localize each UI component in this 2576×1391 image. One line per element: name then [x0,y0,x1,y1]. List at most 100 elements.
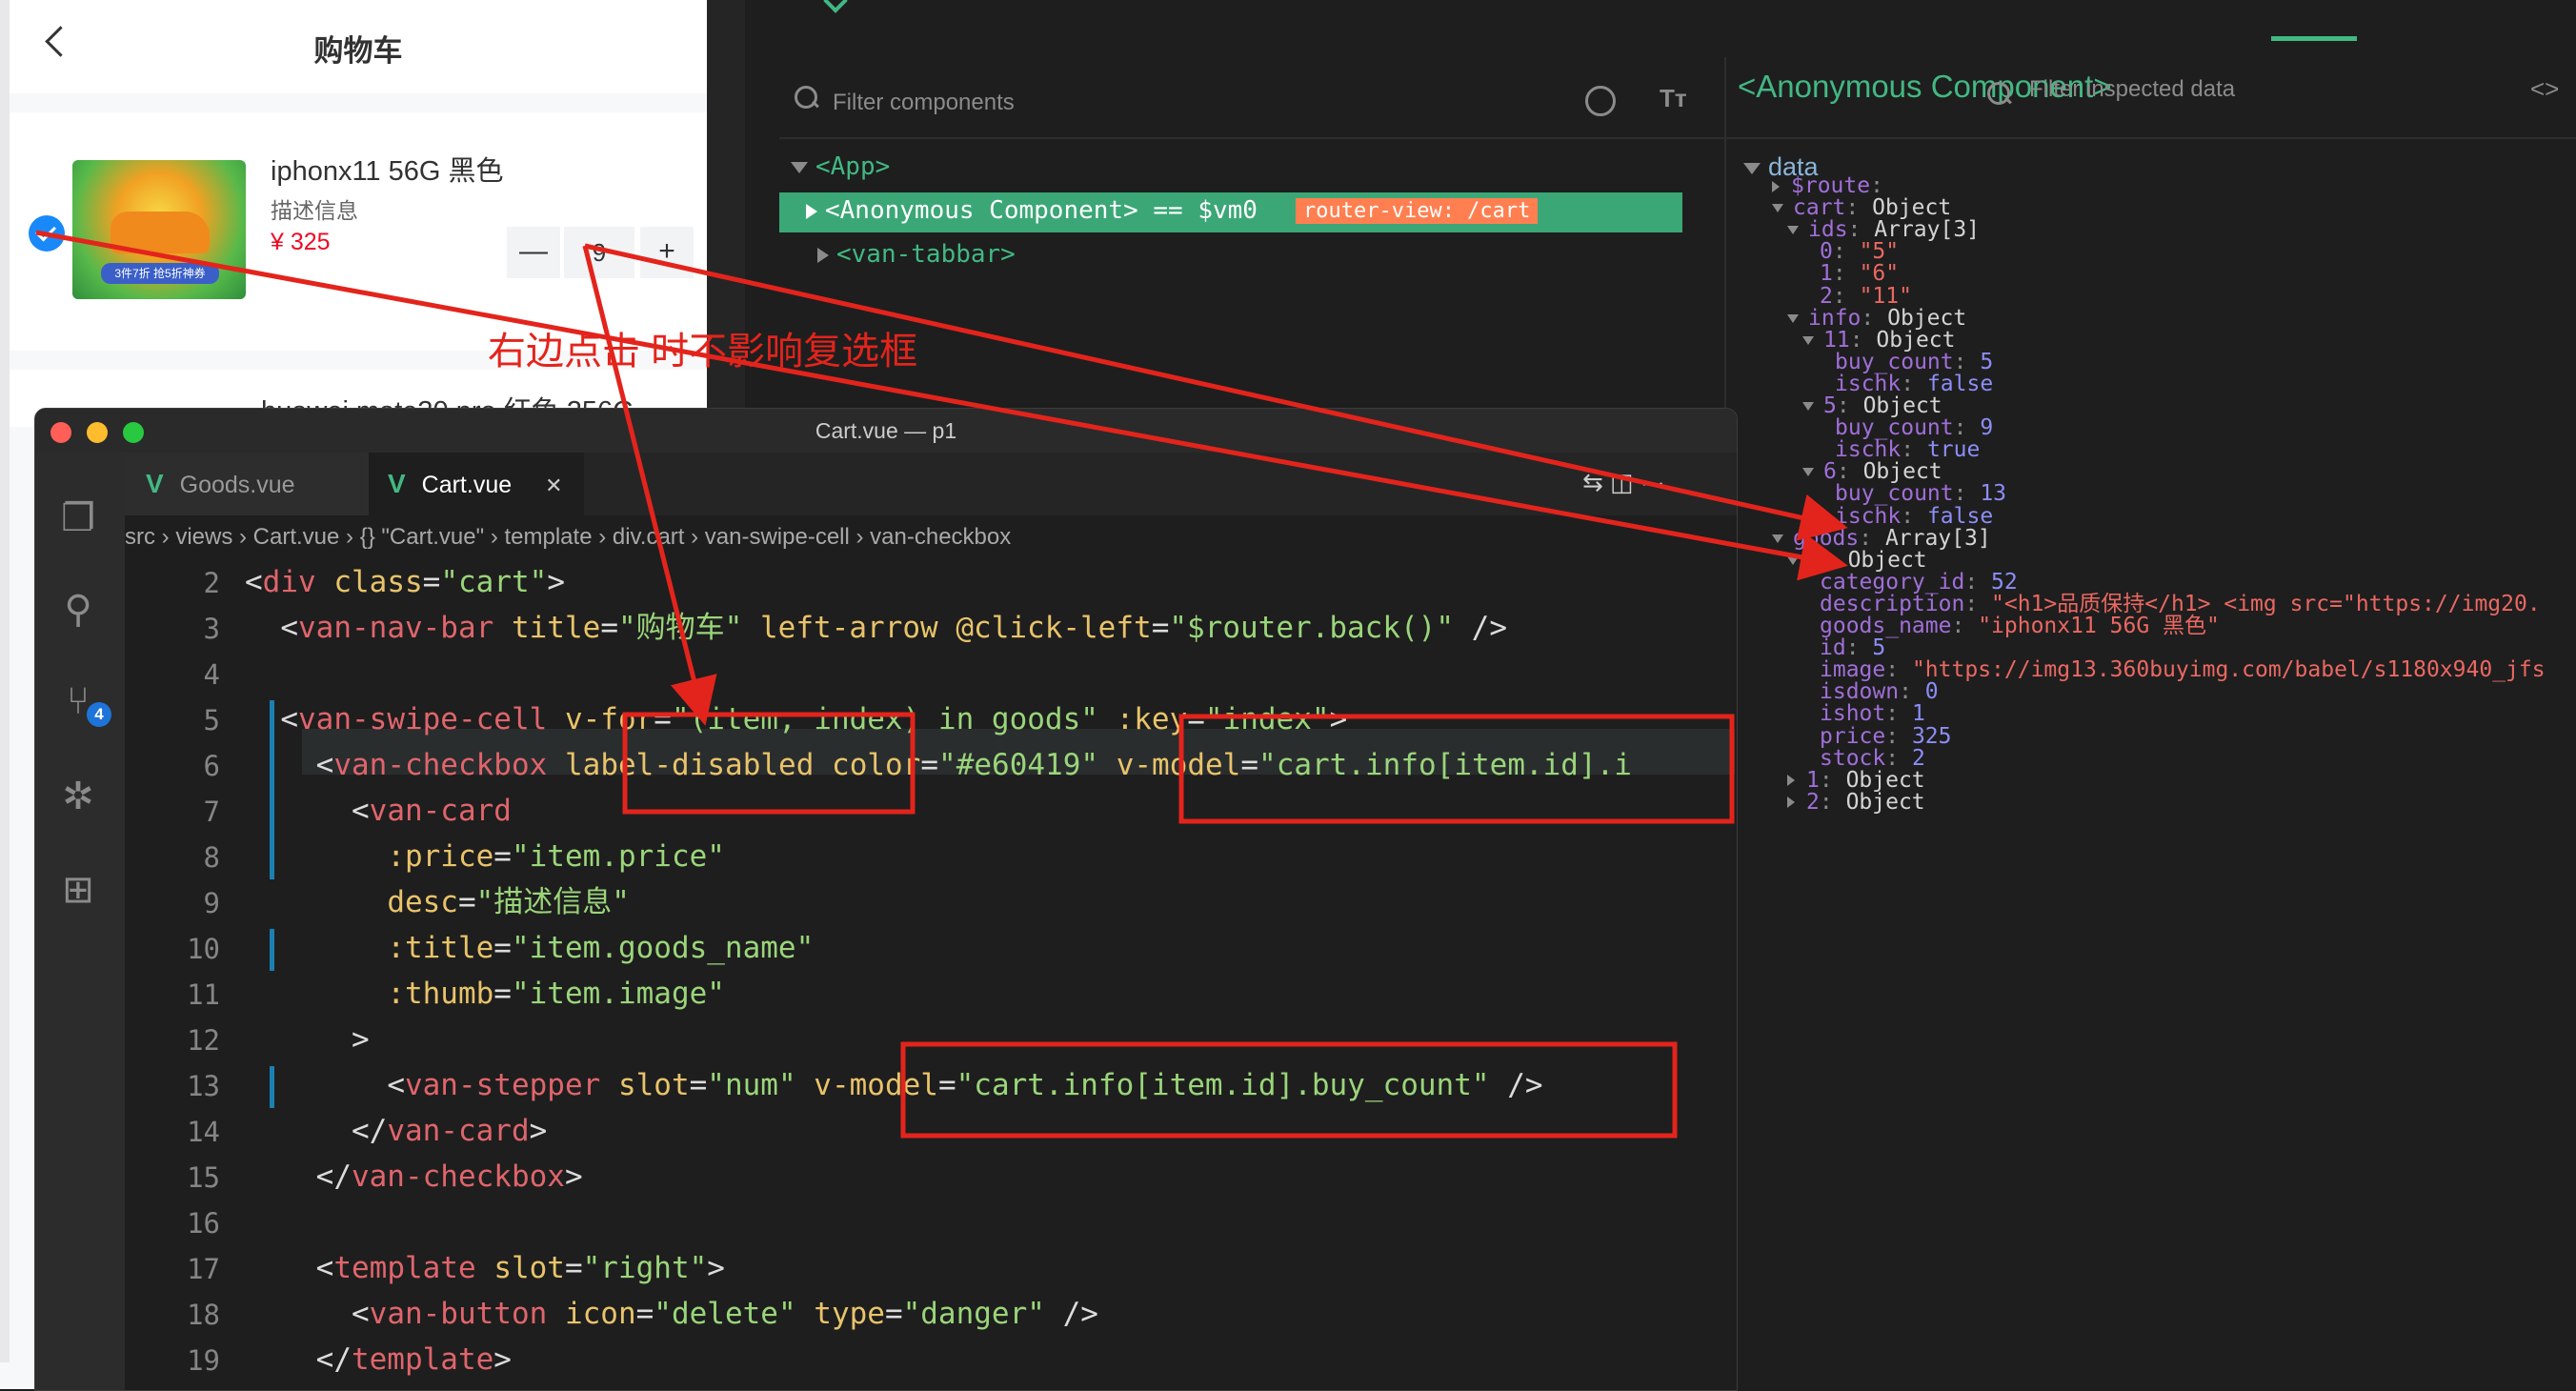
key-separator: : [1885,723,1912,749]
code-line[interactable]: <van-swipe-cell v-for="(item, index) in … [245,696,1347,742]
code-line[interactable]: :thumb="item.image" [245,971,725,1017]
inspector-row[interactable]: 1: Object [1787,767,1925,793]
code-line[interactable]: <van-checkbox label-disabled color="#e60… [245,742,1632,788]
inspector-key: $route [1791,173,1871,198]
inspector-key: 6 [1823,459,1837,485]
inspector-key: info [1808,305,1862,331]
code-line[interactable]: <div class="cart"> [245,559,565,605]
line-number: 3 [203,613,220,645]
inspector-row[interactable]: 11: Object [1802,327,1956,353]
tab-goods-vue[interactable]: V Goods.vue [125,453,369,515]
code-line[interactable]: <van-card [245,788,512,834]
search-icon[interactable]: ⚲ [54,586,102,634]
expand-icon[interactable] [1802,335,1814,345]
inspector-key: goods_name [1820,614,1952,638]
breadcrumb-item[interactable]: van-checkbox [870,524,1011,550]
expand-icon[interactable] [1802,402,1814,411]
breadcrumb-item[interactable]: van-swipe-cell [705,524,850,550]
vscode-window: Cart.vue — p1 ❐ ⚲ ⑂ 4 ✲ ⊞ V Goods.vue V … [34,408,1738,1391]
stepper-value[interactable]: 9 [564,227,634,278]
collapse-icon[interactable] [806,203,817,219]
collapse-icon[interactable] [1787,796,1795,809]
inspector-row: ischk: true [1818,439,1980,461]
code-line[interactable]: <van-button icon="delete" type="danger" … [245,1291,1098,1337]
collapse-icon[interactable] [1772,180,1780,192]
key-separator: : [1861,305,1888,331]
tree-node-anonymous-selected[interactable]: <Anonymous Component> == $vm0 router-vie… [779,192,1682,232]
inspector-row[interactable]: ids: Array[3] [1787,217,1980,243]
key-separator: : [1951,614,1979,638]
breadcrumb-item[interactable]: div.cart [613,524,685,550]
product-price: ¥ 325 [271,229,331,255]
inspector-key: buy_count [1835,481,1954,507]
stepper-minus-button[interactable]: — [507,227,560,278]
collapse-icon[interactable] [817,247,829,263]
key-separator: : [1901,503,1927,529]
breadcrumb-item[interactable]: {} "Cart.vue" [360,524,484,550]
code-line[interactable]: </van-card> [245,1108,547,1154]
expand-icon[interactable] [1787,226,1799,235]
expand-icon[interactable] [1743,162,1761,174]
inspector-row[interactable]: 0: Object [1787,549,1927,571]
collapse-icon[interactable] [1787,775,1795,787]
line-number: 12 [187,1024,220,1057]
breadcrumb-item[interactable]: views [175,524,232,550]
cart-item-card[interactable]: 3件7折 抢5折神券 iphonx11 56G 黑色 描述信息 ¥ 325 — … [10,112,707,351]
code-line[interactable]: :title="item.goods_name" [245,925,814,971]
inspector-row: 0: "5" [1802,241,1899,263]
select-component-icon[interactable] [1585,86,1616,116]
inspector-row: buy_count: 9 [1818,417,1993,439]
inspector-row[interactable]: 6: Object [1802,459,1942,485]
breadcrumb-item[interactable]: Cart.vue [253,524,340,550]
tab-cart-vue[interactable]: V Cart.vue ✕ [369,453,584,515]
debug-icon[interactable]: ✲ [54,773,102,820]
code-editor[interactable]: <div class="cart"> <van-nav-bar title="购… [245,559,1735,1390]
expand-icon[interactable] [1787,555,1799,565]
code-line[interactable]: <template slot="right"> [245,1245,725,1291]
editor-actions[interactable]: ⇆ ◫ ··· [1582,468,1665,497]
tree-node-app[interactable]: <App> [791,152,890,181]
quantity-stepper[interactable]: — 9 + [499,227,694,278]
inspector-value: "iphonx11 56G 黑色" [1978,614,2220,638]
expand-icon[interactable] [1787,313,1799,323]
inspector-row[interactable]: 2: Object [1787,791,1925,813]
code-line[interactable]: > [245,1017,370,1062]
expand-icon[interactable] [1772,534,1783,543]
expand-icon[interactable] [1802,468,1814,477]
open-source-icon[interactable]: <> [2530,74,2559,104]
format-text-icon[interactable]: Tт [1660,84,1687,113]
breadcrumb-item[interactable]: src [125,524,155,550]
inspector-value: Object [1862,393,1942,418]
item-checkbox[interactable] [29,215,65,252]
inspector-row[interactable]: $route: [1772,173,1883,198]
code-line[interactable]: <van-nav-bar title="购物车" left-arrow @cli… [245,605,1507,651]
inspector-row[interactable]: info: Object [1787,305,1966,331]
component-filter-input[interactable]: Filter components [833,90,1015,116]
expand-icon[interactable] [791,161,808,173]
key-separator: : [1849,327,1877,353]
explorer-icon[interactable]: ❐ [54,494,102,542]
breadcrumb-item[interactable]: template [504,524,592,550]
inspector-row: buy_count: 5 [1818,351,1993,373]
inspector-value: 5 [1872,635,1886,661]
inspector-row[interactable]: cart: Object [1772,197,1951,219]
inspector-row: description: "<h1>品质保持</h1> <img src="ht… [1802,593,2541,615]
line-number: 18 [187,1299,220,1331]
line-number: 8 [203,841,220,874]
code-line[interactable]: </template> [245,1337,512,1382]
tree-node-tabbar[interactable]: <van-tabbar> [817,240,1016,269]
inspector-value: Object [1845,767,1925,793]
stepper-plus-button[interactable]: + [640,227,694,278]
extensions-icon[interactable]: ⊞ [54,866,102,914]
expand-icon[interactable] [1772,204,1783,213]
close-tab-icon[interactable]: ✕ [545,474,562,497]
code-line[interactable]: </van-checkbox> [245,1154,583,1199]
inspector-filter-input[interactable]: Filter inspected data [2029,76,2235,103]
code-line[interactable]: desc="描述信息" [245,879,630,925]
inspector-row[interactable]: 5: Object [1802,393,1942,418]
code-line[interactable]: <van-stepper slot="num" v-model="cart.in… [245,1062,1542,1108]
code-line[interactable]: :price="item.price" [245,834,725,879]
inspector-row[interactable]: goods: Array[3] [1772,527,1991,549]
window-title: Cart.vue — p1 [815,418,957,443]
key-separator: : [1847,217,1875,243]
